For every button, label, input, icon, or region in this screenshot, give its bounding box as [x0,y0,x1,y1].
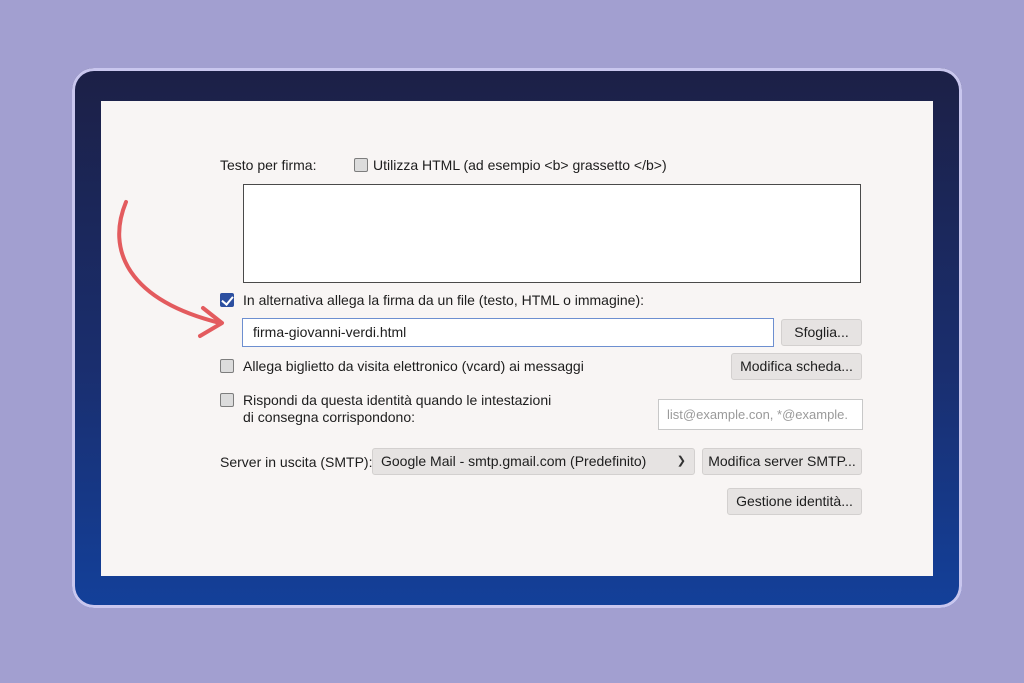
annotation-arrow-icon [117,200,224,338]
